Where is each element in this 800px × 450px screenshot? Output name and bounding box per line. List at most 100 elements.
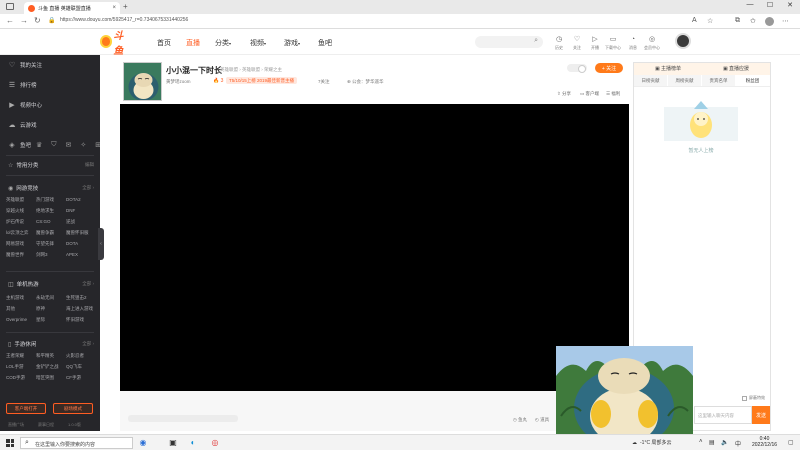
tab-fans[interactable]: 粉丝团	[736, 75, 770, 86]
header-go-live[interactable]: ▷ 开播	[586, 36, 604, 51]
category-link[interactable]: 逆战	[66, 219, 96, 225]
header-vip[interactable]: ◎ 会员中心	[643, 36, 661, 51]
category-link[interactable]: 剑网3	[36, 252, 66, 258]
category-link[interactable]: DNF	[66, 208, 96, 214]
grid-icon[interactable]: ⊞	[95, 141, 100, 149]
gift-bar[interactable]	[128, 415, 238, 422]
category-link[interactable]: 金铲铲之战	[36, 364, 66, 370]
props-button[interactable]: ◴ 道具	[535, 417, 549, 423]
category-link[interactable]: 网易游戏	[6, 241, 36, 247]
category-link[interactable]: 星际	[36, 317, 66, 323]
header-follow[interactable]: ♡ 关注	[568, 36, 586, 51]
section-frequent[interactable]: ☆ 常用分类	[8, 161, 38, 170]
category-link[interactable]: lol云顶之弈	[6, 230, 36, 236]
footer-link[interactable]: 赛事日程	[38, 422, 54, 428]
category-link[interactable]: DOTA2	[66, 197, 96, 203]
clock[interactable]: 0:40 2022/12/16	[752, 436, 777, 448]
new-tab-button[interactable]: +	[123, 2, 128, 11]
category-link[interactable]: 绝地求生	[36, 208, 66, 214]
shield-icon[interactable]: ⛉	[51, 141, 56, 149]
chat-input[interactable]: 这里输入聊天内容	[694, 406, 752, 424]
user-avatar[interactable]	[675, 33, 691, 49]
nav-video[interactable]: 视频▾	[250, 38, 266, 48]
anchor-rank-tab[interactable]: ▣ 主播榜单	[634, 63, 702, 75]
section-single-player[interactable]: ◫ 单机热游	[8, 280, 39, 289]
search-input[interactable]: ⌕	[475, 36, 543, 48]
category-link[interactable]: 魔兽怀旧服	[66, 230, 96, 236]
back-icon[interactable]: ←	[6, 16, 14, 25]
category-link[interactable]: APEX	[66, 252, 96, 258]
search-icon[interactable]: ⌕	[534, 37, 538, 45]
rank-badge[interactable]: T5/10/15上榜 2019最佳新晋主播	[226, 77, 298, 84]
read-aloud-icon[interactable]: A	[692, 17, 697, 24]
category-link[interactable]: 守望先锋	[36, 241, 66, 247]
category-link[interactable]: Overprime	[6, 317, 36, 323]
category-link[interactable]: 其他	[6, 306, 36, 312]
header-messages[interactable]: ◔ 消息	[624, 36, 642, 51]
douyu-app-icon[interactable]: ◎	[210, 438, 220, 448]
nav-live[interactable]: 直播	[186, 38, 200, 48]
start-button[interactable]	[6, 439, 14, 447]
header-download[interactable]: ▭ 下载中心	[604, 36, 622, 51]
close-window-button[interactable]: ✕	[780, 1, 800, 9]
refresh-icon[interactable]: ↻	[34, 16, 41, 25]
nav-home[interactable]: 首页	[157, 38, 171, 48]
fishball-count[interactable]: ◷ 鱼丸	[513, 417, 527, 423]
category-link[interactable]: QQ飞车	[66, 364, 96, 370]
sidebar-item-video-center[interactable]: ▶ 视频中心	[8, 101, 42, 109]
guild-info[interactable]: ⊕ 公会：梦华遥华	[347, 79, 384, 85]
header-history[interactable]: ◷ 历史	[550, 36, 568, 51]
maximize-button[interactable]: ☐	[760, 1, 780, 9]
support-tab[interactable]: ▣ 直播应援	[702, 63, 770, 75]
network-icon[interactable]: ▤	[709, 439, 715, 446]
category-link[interactable]: COD手游	[6, 375, 36, 381]
trophy-icon[interactable]: ♛	[36, 141, 42, 149]
category-link[interactable]: DOTA	[66, 241, 96, 247]
category-link[interactable]: CS:GO	[36, 219, 66, 225]
section-all-link[interactable]: 全部 ›	[82, 185, 94, 191]
tab-weekly[interactable]: 周榜贡献	[668, 75, 702, 86]
nav-fishbar[interactable]: 鱼吧	[318, 38, 332, 48]
reminder-toggle[interactable]	[567, 64, 587, 73]
send-button[interactable]: 发送	[752, 406, 770, 424]
theater-mode-button[interactable]: 剧场模式	[53, 403, 93, 414]
category-link[interactable]: LOL手游	[6, 364, 36, 370]
category-link[interactable]: 炉石传说	[6, 219, 36, 225]
taskbar-search[interactable]: ⌕ 在这里输入你要搜索的内容	[20, 437, 133, 449]
category-link[interactable]: 原神	[36, 306, 66, 312]
category-link[interactable]: CF手游	[66, 375, 96, 381]
volume-icon[interactable]: 🔈	[721, 439, 728, 446]
category-link[interactable]: 王者荣耀	[6, 353, 36, 359]
tray-chevron-icon[interactable]: ˄	[699, 439, 703, 445]
minimize-button[interactable]: —	[740, 1, 760, 8]
star-icon[interactable]: ✧	[80, 141, 86, 149]
nav-game[interactable]: 游戏▾	[284, 38, 300, 48]
anchor-name[interactable]: 黄梦瑶zoom	[166, 79, 191, 85]
url-input[interactable]: https://www.douyu.com/5925417_r=0.734067…	[60, 17, 188, 23]
category-link[interactable]: 穿越火线	[6, 208, 36, 214]
category-link[interactable]: 英雄联盟	[6, 197, 36, 203]
category-link[interactable]: 和平精英	[36, 353, 66, 359]
category-link[interactable]: 永劫无间	[36, 295, 66, 301]
profile-avatar[interactable]	[765, 17, 774, 26]
category-link[interactable]: 生死狙击2	[66, 295, 96, 301]
edge-icon[interactable]: ◐	[188, 438, 198, 448]
sidebar-item-fishbar[interactable]: ◈ 鱼吧	[8, 141, 31, 149]
category-link[interactable]: 热门游戏	[36, 197, 66, 203]
footer-link[interactable]: 直播广场	[8, 422, 24, 428]
follow-button[interactable]: + 关注	[595, 63, 623, 73]
ime-icon[interactable]: 中	[735, 439, 741, 448]
section-all-link[interactable]: 全部 ›	[82, 341, 94, 347]
category-link[interactable]: 怀旧游戏	[66, 317, 96, 323]
favorite-icon[interactable]: ☆	[707, 17, 713, 25]
sidebar-item-follow[interactable]: ♡ 我的关注	[8, 61, 42, 69]
nav-category[interactable]: 分类▾	[215, 38, 231, 48]
share-button[interactable]: ⇧ 分享	[557, 91, 571, 97]
browser-tab[interactable]: 斗鱼 直播 英雄联盟直播 ×	[24, 2, 120, 14]
room-category-breadcrumb[interactable]: 英雄联盟 › 英雄联盟 › 荣耀之主	[220, 67, 282, 73]
category-link[interactable]: 魔兽争霸	[36, 230, 66, 236]
collections-icon[interactable]: ⧉	[735, 17, 740, 25]
floating-video-window[interactable]	[556, 346, 693, 434]
category-link[interactable]: 火影忍者	[66, 353, 96, 359]
gift-icon[interactable]: ✉	[66, 141, 72, 149]
